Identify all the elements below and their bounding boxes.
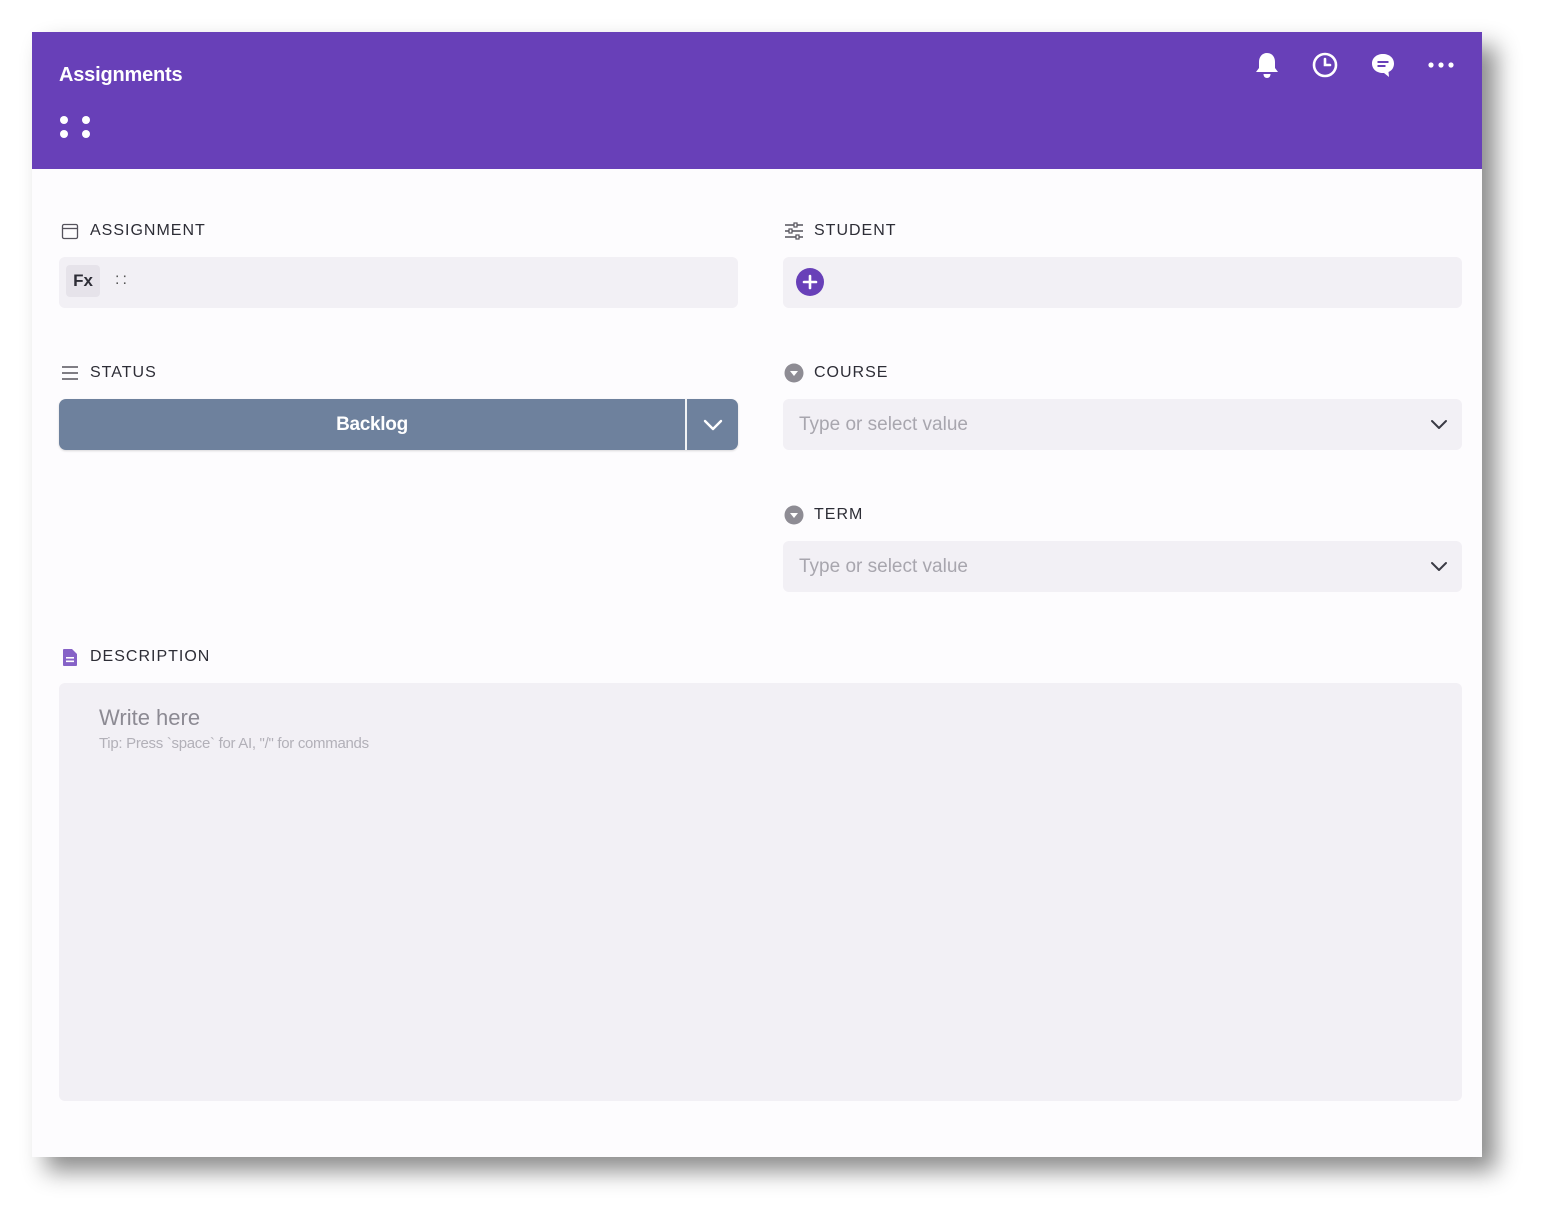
description-label: DESCRIPTION <box>60 647 210 667</box>
add-student-button[interactable] <box>796 268 824 296</box>
term-label: TERM <box>784 505 863 525</box>
description-tip: Tip: Press `space` for AI, "/" for comma… <box>99 735 369 752</box>
term-dropdown-button[interactable] <box>1426 553 1452 579</box>
term-combobox[interactable] <box>783 541 1462 592</box>
term-input[interactable] <box>799 541 1399 592</box>
header-actions <box>1252 50 1456 80</box>
list-icon <box>60 363 80 383</box>
description-placeholder: Write here <box>99 705 201 730</box>
plus-icon <box>802 274 818 290</box>
assignment-label-text: ASSIGNMENT <box>90 222 206 239</box>
sliders-icon <box>784 221 804 241</box>
more-icon[interactable] <box>1426 50 1456 80</box>
status-value[interactable]: Backlog <box>59 399 685 450</box>
description-editor[interactable]: Write here Tip: Press `space` for AI, "/… <box>59 683 1462 1101</box>
course-combobox[interactable] <box>783 399 1462 450</box>
calendar-icon <box>60 221 80 241</box>
formula-button[interactable]: Fx <box>66 265 100 297</box>
chevron-down-icon <box>1431 419 1447 429</box>
course-label: COURSE <box>784 363 888 383</box>
bell-icon[interactable] <box>1252 50 1282 80</box>
status-dropdown-button[interactable] <box>687 399 738 450</box>
status-label-text: STATUS <box>90 364 157 381</box>
header-bar: Assignments <box>32 32 1482 169</box>
assignment-form-window: Assignments ASSIGNMENT Fx:: STUDENT STA… <box>32 32 1482 1157</box>
document-icon <box>60 647 80 667</box>
assignment-label: ASSIGNMENT <box>60 221 206 241</box>
chevron-down-icon <box>1431 561 1447 571</box>
course-dropdown-button[interactable] <box>1426 411 1452 437</box>
chevron-down-icon <box>703 419 722 430</box>
assignment-formula-field[interactable]: Fx :: <box>59 257 738 308</box>
drag-handle-icon[interactable] <box>58 114 94 140</box>
status-select[interactable]: Backlog <box>59 399 738 450</box>
description-label-text: DESCRIPTION <box>90 648 211 665</box>
student-label-text: STUDENT <box>814 222 897 239</box>
student-label: STUDENT <box>784 221 897 241</box>
status-label: STATUS <box>60 363 157 383</box>
page-title: Assignments <box>59 64 183 86</box>
formula-separator: :: <box>115 271 130 288</box>
dropdown-circle-icon <box>784 363 804 383</box>
course-label-text: COURSE <box>814 364 889 381</box>
dropdown-circle-icon <box>784 505 804 525</box>
course-input[interactable] <box>799 399 1399 450</box>
clock-icon[interactable] <box>1310 50 1340 80</box>
student-field[interactable] <box>783 257 1462 308</box>
term-label-text: TERM <box>814 506 864 523</box>
comment-icon[interactable] <box>1368 50 1398 80</box>
